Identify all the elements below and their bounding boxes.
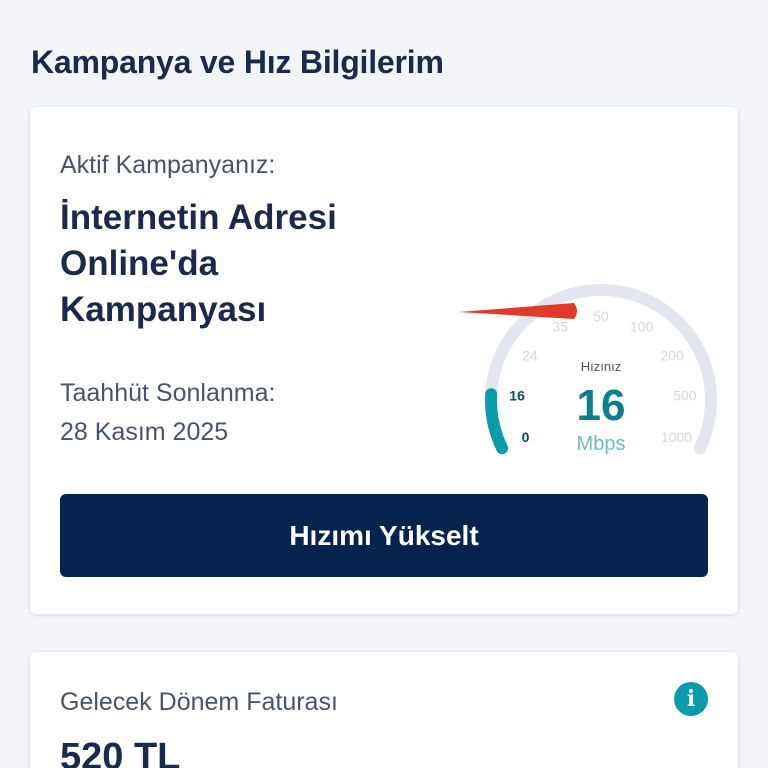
gauge-tick-label: 50 bbox=[593, 308, 609, 324]
speed-caption: Hızınız bbox=[581, 359, 621, 374]
gauge-tick-label: 35 bbox=[553, 319, 569, 335]
gauge-tick-label: 1000 bbox=[661, 429, 692, 445]
gauge-tick-label: 24 bbox=[522, 348, 538, 364]
upgrade-speed-button[interactable]: Hızımı Yükselt bbox=[60, 494, 708, 577]
commitment-end-label: Taahhüt Sonlanma: bbox=[60, 379, 276, 407]
campaign-speed-card: Aktif Kampanyanız: İnternetin Adresi Onl… bbox=[30, 107, 738, 614]
speed-value: 16 bbox=[577, 381, 626, 430]
gauge-progress bbox=[485, 388, 509, 455]
gauge-tick-label: 16 bbox=[509, 388, 525, 404]
gauge-needle bbox=[459, 303, 577, 319]
next-invoice-card: Gelecek Dönem Faturası i 520 TL bbox=[30, 652, 738, 768]
gauge-tick-label: 200 bbox=[661, 348, 685, 364]
speed-unit: Mbps bbox=[577, 433, 626, 455]
next-invoice-label: Gelecek Dönem Faturası bbox=[60, 688, 338, 716]
info-icon[interactable]: i bbox=[674, 682, 708, 716]
speed-gauge: 0 16 24 35 50 100 200 500 1000 Hızınız 16 Mbps bbox=[459, 284, 717, 455]
gauge-tick-label: 500 bbox=[673, 388, 697, 404]
commitment-end-date: 28 Kasım 2025 bbox=[60, 418, 229, 446]
active-campaign-label: Aktif Kampanyanız: bbox=[60, 151, 276, 179]
next-invoice-amount: 520 TL bbox=[60, 736, 181, 768]
gauge-tick-label: 0 bbox=[522, 429, 530, 445]
campaign-name: İnternetin Adresi Online'da Kampanyası bbox=[60, 198, 337, 329]
gauge-tick-label: 100 bbox=[630, 319, 654, 335]
page-section-title: Kampanya ve Hız Bilgilerim bbox=[31, 44, 444, 80]
top-scroll-fragment bbox=[0, 0, 768, 8]
